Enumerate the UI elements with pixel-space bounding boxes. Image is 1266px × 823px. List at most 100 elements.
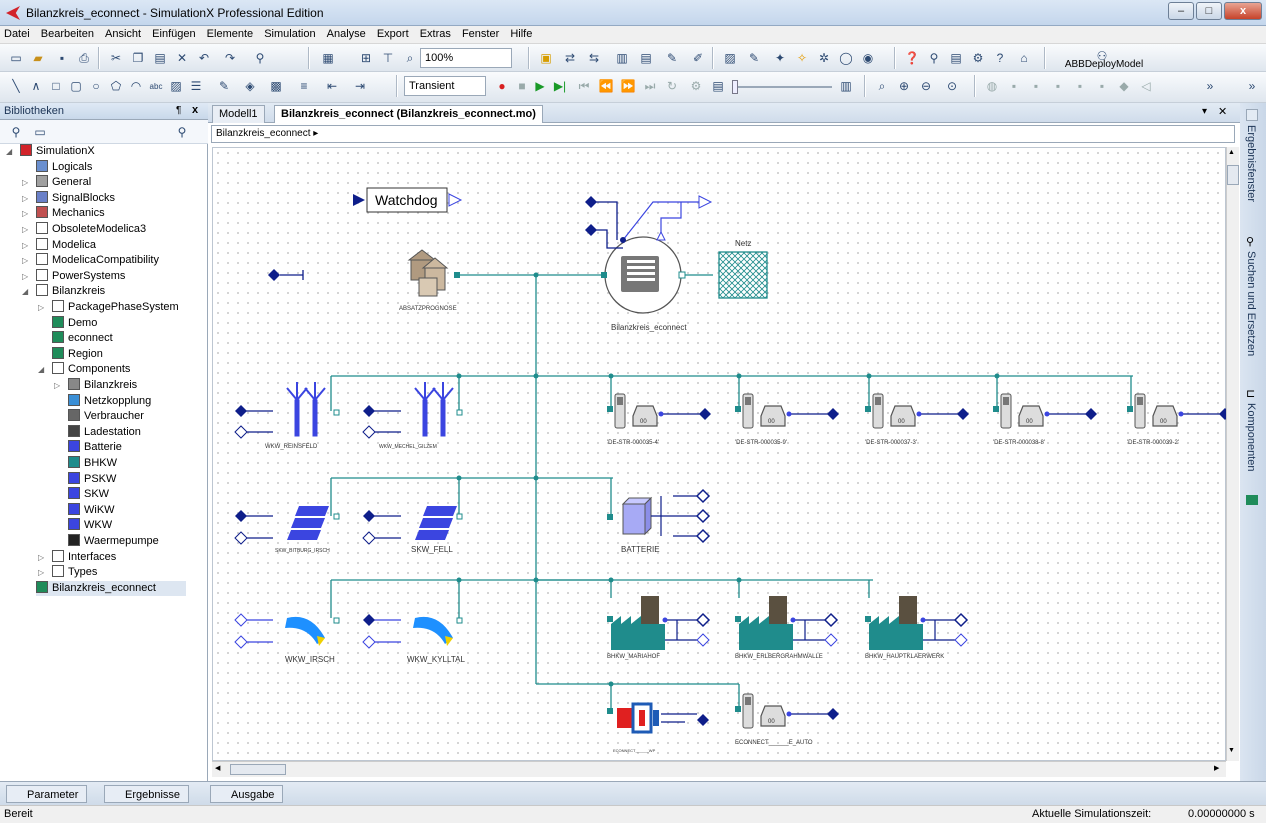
tree-expander-icon[interactable]: ▷ (22, 206, 28, 221)
chart-icon[interactable]: ▨ (720, 48, 740, 68)
undo-icon[interactable]: ↶ (194, 48, 214, 68)
tree-item[interactable]: Logicals (36, 159, 92, 175)
komponenten-tab[interactable]: Komponenten (1245, 403, 1257, 472)
tree-expander-icon[interactable]: ◢ (22, 284, 28, 299)
horizontal-scrollbar[interactable]: ◀ ▶ (212, 761, 1226, 777)
sim-tool-icon[interactable]: ⚙ (686, 76, 706, 96)
copy-icon[interactable]: ❐ (128, 48, 148, 68)
delete-icon[interactable]: ✕ (172, 48, 192, 68)
time-slider-handle[interactable] (732, 80, 738, 94)
forward-icon[interactable]: ⏩ (618, 76, 638, 96)
back-icon[interactable]: ⏪ (596, 76, 616, 96)
chp-mariahof[interactable]: BHKW_MARIAHOF (607, 596, 711, 660)
menu-simulation[interactable]: Simulation (260, 26, 319, 40)
start-icon[interactable]: ▶ (530, 76, 550, 96)
charging-station-2[interactable]: 00 'DE-STR-000035-9' (735, 393, 839, 446)
gear-icon[interactable]: ✲ (814, 48, 834, 68)
zoom-fit-icon[interactable]: ⌕ (872, 76, 892, 96)
view7-icon[interactable]: ◆ (1114, 76, 1134, 96)
tree-item[interactable]: econnect (52, 331, 113, 346)
doc-icon[interactable]: ▤ (946, 48, 966, 68)
menu-hilfe[interactable]: Hilfe (506, 26, 536, 40)
breadcrumb[interactable]: Bilanzkreis_econnect ▸ (211, 125, 1235, 143)
polyline-tool-icon[interactable]: ∧ (26, 76, 46, 96)
charging-station-3[interactable]: 00 'DE-STR-000037-3' (865, 393, 969, 446)
zoom-icon[interactable]: ⌕ (400, 48, 420, 68)
arrow-start-icon[interactable]: ⇤ (322, 76, 342, 96)
chp-erlberg[interactable]: BHKW_ERLBERGRAHMWALLE (735, 596, 839, 660)
tree-expander-icon[interactable]: ▷ (54, 378, 60, 393)
home-icon[interactable]: ⌂ (1014, 48, 1034, 68)
grid-view-icon[interactable]: ▦ (318, 48, 338, 68)
rewind-icon[interactable]: ⏮ (574, 76, 594, 96)
toolbar-overflow-icon[interactable]: » (1200, 76, 1220, 96)
pattern-icon[interactable]: ▩ (266, 76, 286, 96)
bilanzkreis-center-block[interactable]: Bilanzkreis_econnect (585, 195, 713, 332)
tree-item[interactable]: Mechanics (36, 206, 105, 221)
diagram-canvas[interactable]: Watchdog ABSATZPROGNOSE Bilanzkreis_econ… (212, 147, 1231, 761)
stop-icon[interactable]: ■ (512, 76, 532, 96)
disk-icon[interactable]: ◉ (858, 48, 878, 68)
align-icon[interactable]: ⊞ (356, 48, 376, 68)
tree-expander-icon[interactable]: ◢ (6, 144, 12, 159)
chp-hauptklaerwerk[interactable]: BHKW_HAUPTKLAERWERK (865, 596, 969, 660)
tool3-icon[interactable]: ✦ (770, 48, 790, 68)
econnect-auto-station[interactable]: 00 ECONNECT______E_AUTO (735, 693, 839, 746)
tree-item[interactable]: Bilanzkreis_econnect (36, 580, 186, 596)
arc-tool-icon[interactable]: ◠ (126, 76, 146, 96)
toolbar-overflow2-icon[interactable]: » (1242, 76, 1262, 96)
tabs-close-icon[interactable]: ✕ (1218, 105, 1227, 118)
scroll-thumb[interactable] (1227, 165, 1239, 185)
tree-expander-icon[interactable]: ▷ (22, 269, 28, 284)
linestyle-icon[interactable]: ☰ (186, 76, 206, 96)
pen-color-icon[interactable]: ✎ (214, 76, 234, 96)
watchdog-block[interactable]: Watchdog (353, 187, 463, 213)
menu-bearbeiten[interactable]: Bearbeiten (37, 26, 98, 40)
binoculars-icon[interactable]: ⚲ (1246, 235, 1254, 248)
menu-export[interactable]: Export (373, 26, 413, 40)
tree-item[interactable]: Bilanzkreis (68, 378, 137, 393)
tree-item[interactable]: General (36, 175, 91, 190)
absatzprognose-block[interactable]: ABSATZPROGNOSE (268, 249, 460, 312)
library-search-icon[interactable]: ⚲ (172, 122, 192, 142)
tab-modell1[interactable]: Modell1 (212, 105, 265, 123)
charging-station-4[interactable]: 00 'DE-STR-000038-8' (993, 393, 1097, 446)
component-icon[interactable]: ⊏ (1246, 387, 1255, 400)
tabs-dropdown-icon[interactable]: ▾ (1202, 106, 1207, 117)
netz-block[interactable]: Netz (718, 239, 768, 299)
tree-item[interactable]: Demo (52, 315, 97, 331)
settings-icon[interactable]: ⚙ (968, 48, 988, 68)
pin-icon[interactable]: ¶ (176, 105, 181, 116)
folder-icon[interactable]: ▭ (30, 122, 50, 142)
menu-fenster[interactable]: Fenster (458, 26, 503, 40)
econnect-heatpump[interactable]: ECONNECT______WP (607, 702, 709, 753)
tree-expander-icon[interactable]: ▷ (38, 565, 44, 580)
view2-icon[interactable]: ▪ (1004, 76, 1024, 96)
menu-extras[interactable]: Extras (416, 26, 455, 40)
arrow-end-icon[interactable]: ⇥ (350, 76, 370, 96)
menu-einfuegen[interactable]: Einfügen (148, 26, 199, 40)
view4-icon[interactable]: ▪ (1048, 76, 1068, 96)
cut-icon[interactable]: ✂ (106, 48, 126, 68)
tree-item[interactable]: PowerSystems (36, 268, 125, 284)
maximize-button[interactable]: □ (1196, 2, 1222, 20)
hscroll-thumb[interactable] (230, 764, 286, 775)
close-button[interactable]: x (1224, 2, 1262, 20)
tab-ergebnisse[interactable]: Ergebnisse (104, 785, 190, 803)
tree-item[interactable]: PSKW (68, 471, 116, 487)
hydro-kylltal[interactable]: WKW_KYLLTAL (362, 614, 465, 664)
view8-icon[interactable]: ◁ (1136, 76, 1156, 96)
model-icon[interactable] (1246, 495, 1258, 505)
step-icon[interactable]: ▶| (550, 76, 570, 96)
ergebnisfenster-tab[interactable]: Ergebnisfenster (1245, 125, 1257, 202)
connect2-icon[interactable]: ⇆ (584, 48, 604, 68)
panel-close-icon[interactable]: x (192, 104, 198, 116)
open-folder-icon[interactable]: ▰ (28, 48, 48, 68)
view5-icon[interactable]: ▪ (1070, 76, 1090, 96)
tree-item[interactable]: Interfaces (52, 549, 116, 565)
time-slider[interactable] (732, 86, 832, 88)
tree-expander-icon[interactable]: ◢ (38, 362, 44, 377)
tree-item[interactable]: Components (52, 362, 130, 377)
charging-station-1[interactable]: 00 'DE-STR-000035-4' (607, 393, 711, 446)
text-tool-icon[interactable]: abc (146, 76, 166, 96)
